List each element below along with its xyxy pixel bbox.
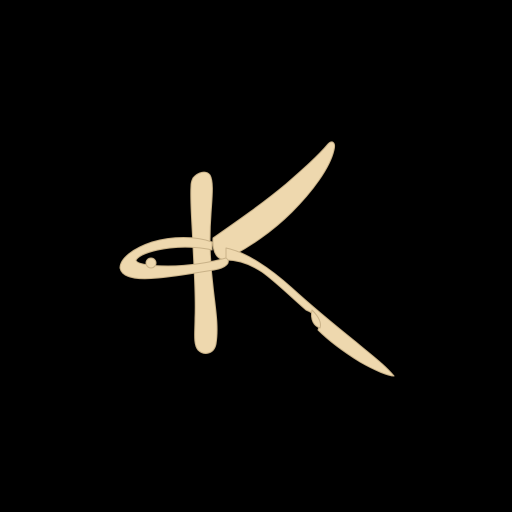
k-lower-leg-stroke [225, 247, 395, 377]
calligraphic-k-logo-icon [119, 141, 395, 377]
k-loop-flourish-stroke [119, 237, 229, 280]
app-icon-canvas [0, 0, 512, 512]
k-eye-dot [145, 257, 157, 269]
k-upper-arm-stroke [212, 141, 335, 260]
